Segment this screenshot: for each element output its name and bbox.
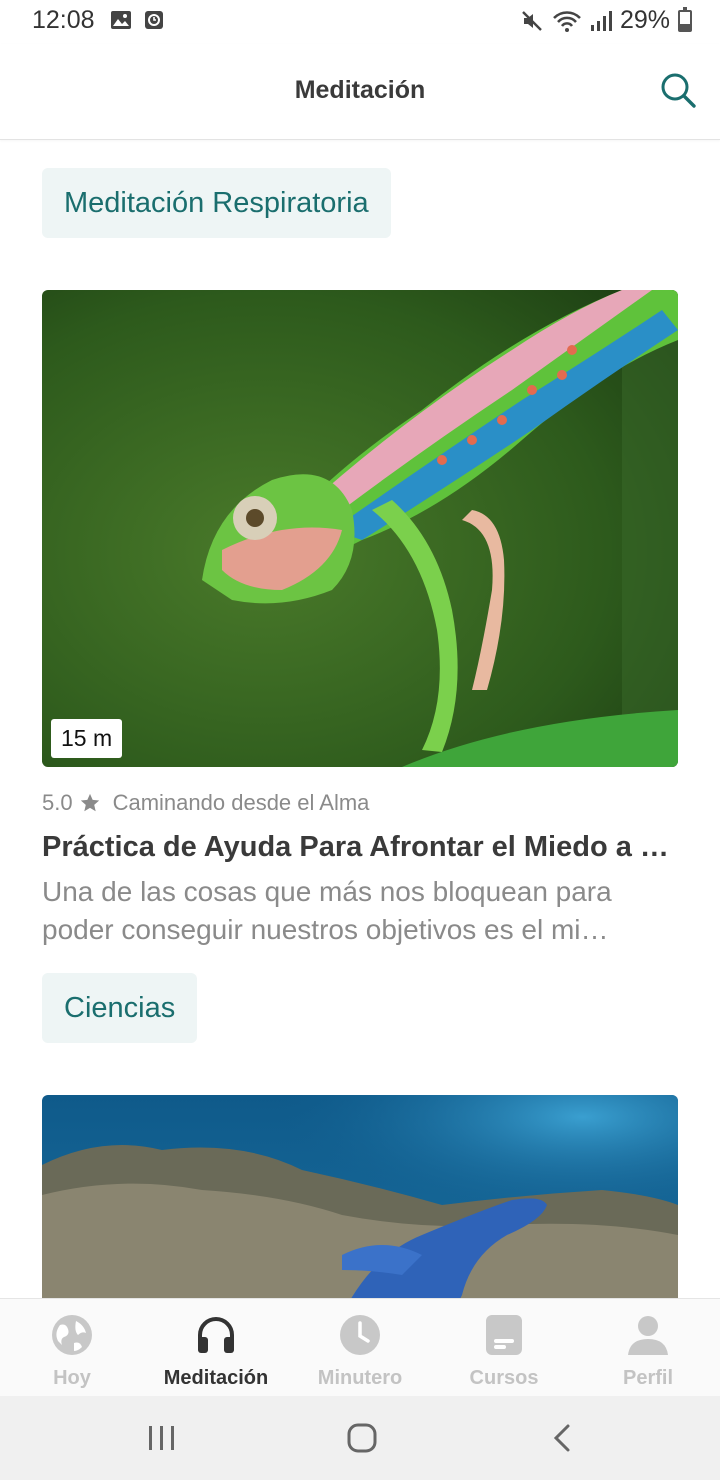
card-title[interactable]: Práctica de Ayuda Para Afrontar el Miedo… bbox=[42, 831, 682, 864]
nav-item-cursos[interactable]: Cursos bbox=[432, 1299, 576, 1397]
page-title: Meditación bbox=[294, 76, 426, 104]
clock-app-icon bbox=[145, 11, 163, 29]
course-icon bbox=[486, 1315, 522, 1355]
nav-item-hoy[interactable]: Hoy bbox=[0, 1299, 144, 1397]
author-name[interactable]: Caminando desde el Alma bbox=[113, 790, 370, 816]
mute-icon bbox=[522, 10, 542, 31]
nav-label-perfil: Perfil bbox=[622, 1367, 674, 1389]
signal-icon bbox=[590, 10, 612, 31]
card-meta: 5.0 Caminando desde el Alma bbox=[42, 790, 369, 816]
rating-value: 5.0 bbox=[42, 790, 73, 815]
science-card-image[interactable] bbox=[42, 1095, 678, 1298]
nav-label-minutero: Minutero bbox=[317, 1367, 403, 1389]
nav-item-perfil[interactable]: Perfil bbox=[576, 1299, 720, 1397]
wifi-icon bbox=[553, 10, 581, 32]
nav-label-hoy: Hoy bbox=[53, 1367, 91, 1389]
nav-label-meditacion: Meditación bbox=[163, 1367, 269, 1389]
person-icon bbox=[628, 1316, 668, 1355]
category-chip-ciencias[interactable]: Ciencias bbox=[42, 973, 198, 1043]
star-icon bbox=[80, 793, 99, 812]
content-feed[interactable]: Meditación Respiratoria 15 m 5.0 Caminan… bbox=[0, 141, 720, 1298]
duration-badge: 15 m bbox=[51, 719, 123, 758]
bottom-navigation: Hoy Meditación Minutero Cursos Perfil bbox=[0, 1298, 720, 1396]
back-icon[interactable] bbox=[546, 1420, 582, 1456]
clock-icon bbox=[340, 1315, 380, 1355]
nav-item-meditacion[interactable]: Meditación bbox=[144, 1299, 288, 1397]
search-icon[interactable] bbox=[658, 70, 698, 110]
battery-percent: 29% bbox=[619, 6, 670, 34]
home-icon[interactable] bbox=[344, 1420, 380, 1456]
meditation-card-image[interactable]: 15 m bbox=[42, 290, 678, 767]
status-time: 12:08 bbox=[32, 6, 95, 34]
card-description: Una de las cosas que más nos bloquean pa… bbox=[42, 876, 612, 945]
system-navigation-bar bbox=[0, 1396, 720, 1480]
battery-icon bbox=[678, 6, 692, 32]
headphones-icon bbox=[198, 1317, 234, 1353]
category-chip-meditacion-respiratoria[interactable]: Meditación Respiratoria bbox=[42, 168, 391, 238]
nav-label-cursos: Cursos bbox=[469, 1367, 539, 1389]
nav-item-minutero[interactable]: Minutero bbox=[288, 1299, 432, 1397]
chameleon-image bbox=[42, 290, 678, 767]
globe-icon bbox=[52, 1315, 92, 1355]
status-bar: 12:08 29% bbox=[0, 0, 720, 44]
app-bar: Meditación bbox=[0, 44, 720, 140]
reef-image bbox=[42, 1095, 678, 1298]
recent-apps-icon[interactable] bbox=[144, 1420, 180, 1456]
gallery-icon bbox=[111, 11, 131, 29]
